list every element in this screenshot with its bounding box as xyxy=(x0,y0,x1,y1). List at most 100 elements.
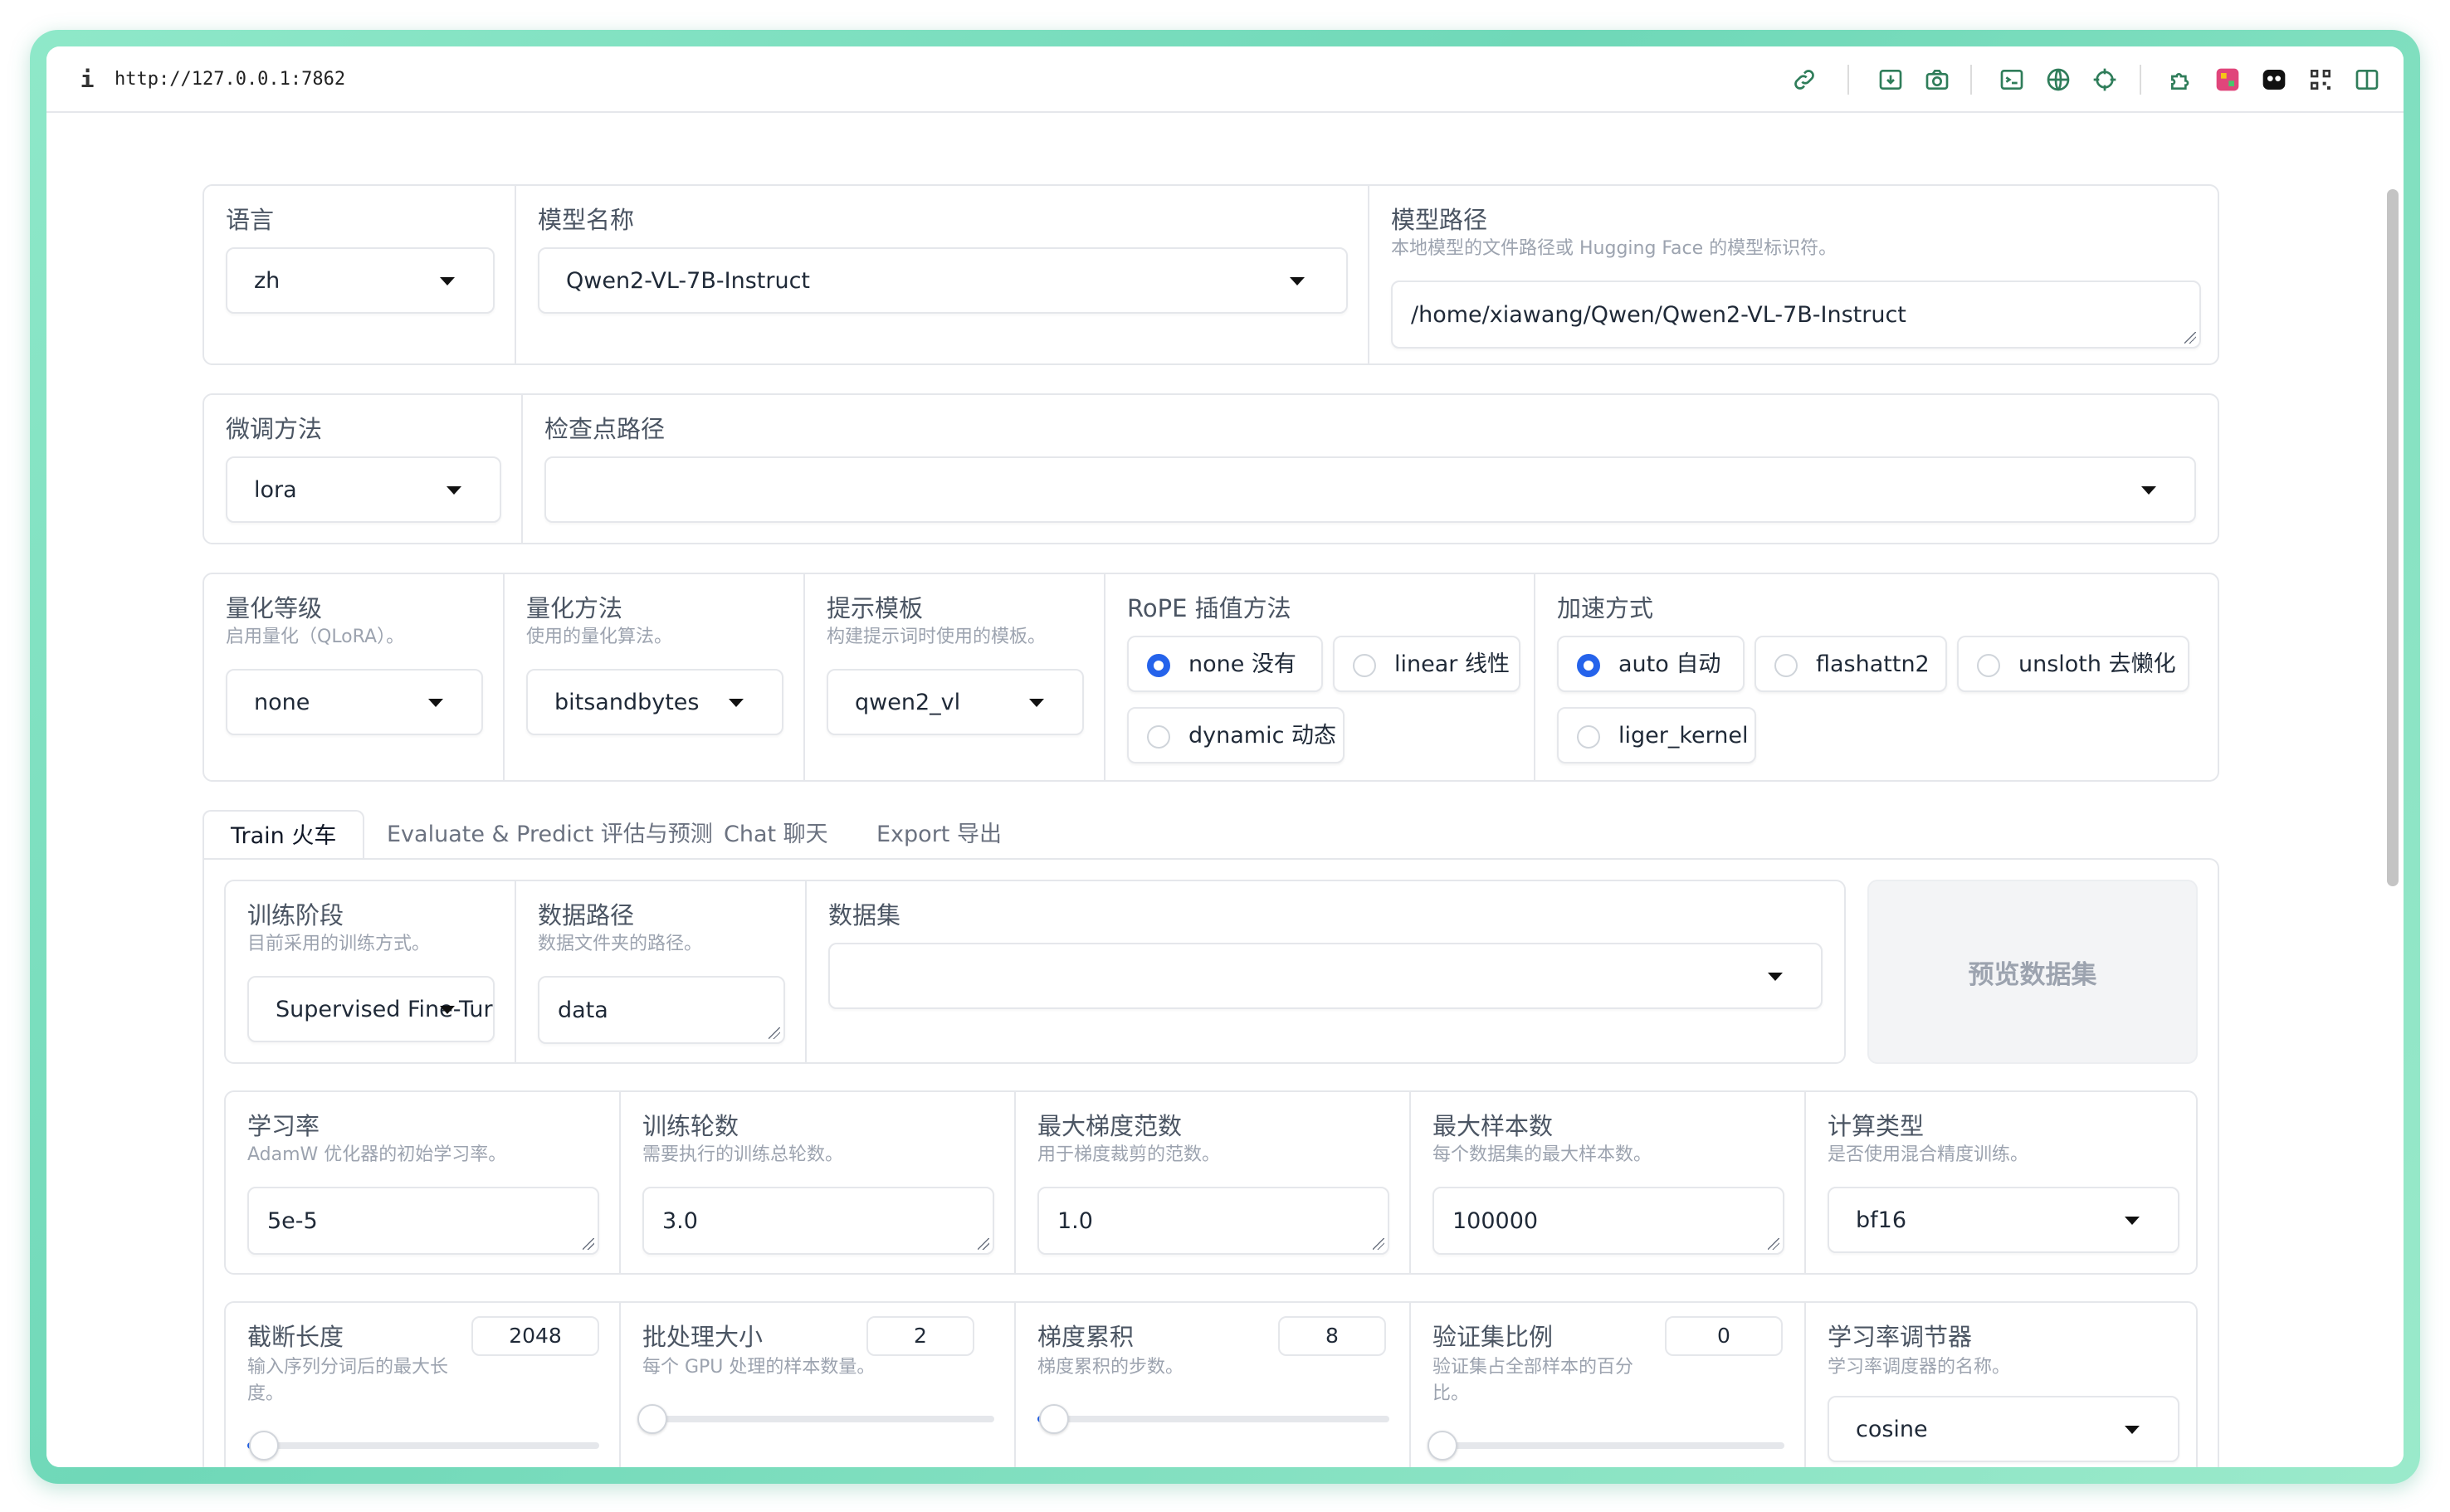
extension-2-icon[interactable] xyxy=(2213,65,2243,95)
grad-accum-slider[interactable] xyxy=(1037,1404,1389,1434)
dataset-dir-input[interactable]: data xyxy=(538,976,785,1044)
batch-size-slider[interactable] xyxy=(637,1404,994,1434)
extension-3-icon[interactable] xyxy=(2259,65,2289,95)
grad-accum-hint: 梯度累积的步数。 xyxy=(1037,1357,1184,1378)
rope-option-label: none 没有 xyxy=(1188,651,1296,677)
booster-option-liger-kernel[interactable]: liger_kernel xyxy=(1557,707,1756,763)
resize-grip-icon[interactable] xyxy=(978,1238,989,1250)
rope-option-linear[interactable]: linear 线性 xyxy=(1333,636,1520,692)
booster-option-label: liger_kernel xyxy=(1618,723,1749,749)
cutoff-len-slider-thumb[interactable] xyxy=(249,1431,280,1461)
model-path-hint: 本地模型的文件路径或 Hugging Face 的模型标识符。 xyxy=(1391,238,1838,259)
browser-window: i http://127.0.0.1:7862 语言 zh 模型名称 Qwen2… xyxy=(46,46,2404,1467)
globe-icon[interactable] xyxy=(2043,65,2073,95)
language-label: 语言 xyxy=(226,206,275,234)
vertical-scrollbar[interactable] xyxy=(2387,189,2399,886)
max-grad-norm-hint: 用于梯度裁剪的范数。 xyxy=(1037,1144,1221,1165)
booster-option-auto[interactable]: auto 自动 xyxy=(1557,636,1745,692)
booster-option-label: unsloth 去懒化 xyxy=(2018,651,2176,677)
booster-option-unsloth[interactable]: unsloth 去懒化 xyxy=(1957,636,2189,692)
cutoff-len-label: 截断长度 xyxy=(247,1323,344,1351)
compute-type-value: bf16 xyxy=(1856,1207,1907,1233)
template-value: qwen2_vl xyxy=(855,690,961,715)
tab-train[interactable]: Train 火车 xyxy=(203,810,365,860)
template-hint: 构建提示词时使用的模板。 xyxy=(827,627,1047,647)
toolbar-separator xyxy=(1847,65,1849,95)
template-dropdown[interactable]: qwen2_vl xyxy=(827,669,1084,735)
batch-size-number-input[interactable]: 2 xyxy=(866,1316,974,1356)
val-size-number-input[interactable]: 0 xyxy=(1665,1316,1783,1356)
checkpoint-dropdown[interactable] xyxy=(544,456,2196,523)
quant-method-value: bitsandbytes xyxy=(554,690,700,715)
extension-icon[interactable] xyxy=(2166,65,2196,95)
batch-size-slider-thumb[interactable] xyxy=(637,1404,667,1434)
compute-type-dropdown[interactable]: bf16 xyxy=(1828,1187,2179,1253)
cutoff-len-number-input[interactable]: 2048 xyxy=(471,1316,599,1356)
model-path-value: /home/xiawang/Qwen/Qwen2-VL-7B-Instruct xyxy=(1411,302,1906,328)
compute-type-label: 计算类型 xyxy=(1828,1112,1925,1140)
adapter-panel: 微调方法 lora 检查点路径 xyxy=(203,393,2219,544)
model-path-input[interactable]: /home/xiawang/Qwen/Qwen2-VL-7B-Instruct xyxy=(1391,280,2201,349)
model-name-dropdown[interactable]: Qwen2-VL-7B-Instruct xyxy=(538,247,1348,314)
resize-grip-icon[interactable] xyxy=(769,1027,780,1039)
info-icon[interactable]: i xyxy=(75,65,100,95)
val-size-slider-thumb[interactable] xyxy=(1428,1431,1457,1461)
model-name-cell: 模型名称 Qwen2-VL-7B-Instruct xyxy=(516,186,1369,363)
quant-method-dropdown[interactable]: bitsandbytes xyxy=(526,669,783,735)
template-cell: 提示模板 构建提示词时使用的模板。 qwen2_vl xyxy=(805,574,1105,780)
dataset-label: 数据集 xyxy=(828,901,901,929)
val-size-slider[interactable] xyxy=(1428,1431,1784,1461)
crosshair-icon[interactable] xyxy=(2090,65,2120,95)
epochs-input[interactable]: 3.0 xyxy=(642,1187,994,1255)
dataset-dir-hint: 数据文件夹的路径。 xyxy=(538,934,703,954)
cutoff-len-slider[interactable] xyxy=(247,1431,599,1461)
chevron-down-icon xyxy=(729,699,744,707)
radio-unchecked-icon xyxy=(1147,725,1170,749)
lr-label: 学习率 xyxy=(247,1112,320,1140)
grad-accum-label: 梯度累积 xyxy=(1037,1323,1135,1351)
terminal-icon[interactable] xyxy=(1997,65,2027,95)
url-text[interactable]: http://127.0.0.1:7862 xyxy=(115,65,345,95)
sidebar-icon[interactable] xyxy=(2352,65,2382,95)
chevron-down-icon xyxy=(2125,1217,2140,1225)
chevron-down-icon xyxy=(440,277,455,285)
lr-input[interactable]: 5e-5 xyxy=(247,1187,599,1255)
preview-dataset-button[interactable]: 预览数据集 xyxy=(1867,880,2198,1064)
val-size-hint-wrap: 比。 xyxy=(1432,1383,1470,1404)
language-dropdown[interactable]: zh xyxy=(226,247,495,314)
lr-scheduler-dropdown[interactable]: cosine xyxy=(1828,1396,2179,1462)
resize-grip-icon[interactable] xyxy=(1768,1238,1779,1250)
quant-bit-dropdown[interactable]: none xyxy=(226,669,483,735)
tab-evaluate[interactable]: Evaluate & Predict 评估与预测 xyxy=(387,810,713,860)
tab-chat[interactable]: Chat 聊天 xyxy=(724,810,828,860)
stage-dropdown[interactable]: Supervised Fine-Tur xyxy=(247,976,495,1042)
grad-accum-slider-thumb[interactable] xyxy=(1039,1404,1070,1434)
stage-label: 训练阶段 xyxy=(247,901,344,929)
dataset-dropdown[interactable] xyxy=(828,943,1823,1009)
booster-option-flashattn2[interactable]: flashattn2 xyxy=(1755,636,1947,692)
quant-bit-cell: 量化等级 启用量化（QLoRA）。 none xyxy=(204,574,505,780)
resize-grip-icon[interactable] xyxy=(583,1238,594,1250)
resize-grip-icon[interactable] xyxy=(1373,1238,1384,1250)
radio-unchecked-icon xyxy=(1577,725,1600,749)
max-grad-norm-input[interactable]: 1.0 xyxy=(1037,1187,1389,1255)
booster-option-label: auto 自动 xyxy=(1618,651,1721,677)
cutoff-len-hint: 输入序列分词后的最大长 xyxy=(247,1357,449,1378)
finetune-label: 微调方法 xyxy=(226,415,323,443)
max-samples-input[interactable]: 100000 xyxy=(1432,1187,1784,1255)
chevron-down-icon xyxy=(2125,1426,2140,1434)
rope-option-none[interactable]: none 没有 xyxy=(1127,636,1323,692)
grad-accum-cell: 梯度累积 8 梯度累积的步数。 xyxy=(1016,1303,1411,1467)
finetune-dropdown[interactable]: lora xyxy=(226,456,501,523)
grad-accum-number-input[interactable]: 8 xyxy=(1278,1316,1386,1356)
chevron-down-icon xyxy=(1029,699,1044,707)
tab-export[interactable]: Export 导出 xyxy=(876,810,1002,860)
download-icon[interactable] xyxy=(1876,65,1906,95)
checkpoint-cell: 检查点路径 xyxy=(523,395,2218,543)
link-icon[interactable] xyxy=(1789,65,1819,95)
qr-code-icon[interactable] xyxy=(2306,65,2335,95)
resize-grip-icon[interactable] xyxy=(2184,332,2196,344)
rope-option-dynamic[interactable]: dynamic 动态 xyxy=(1127,707,1345,763)
camera-icon[interactable] xyxy=(1922,65,1952,95)
model-name-value: Qwen2-VL-7B-Instruct xyxy=(566,268,810,294)
